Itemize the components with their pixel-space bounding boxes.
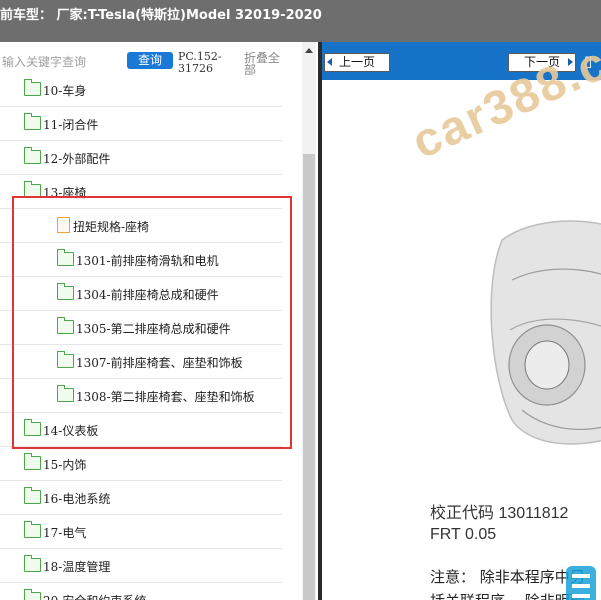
tree-item-15[interactable]: 15-内饰 xyxy=(0,447,282,481)
tree-item-label: 20-安全和约束系统 xyxy=(43,592,146,600)
scroll-thumb[interactable] xyxy=(303,154,315,600)
car-seat-illustration xyxy=(490,220,601,445)
tree-item-16[interactable]: 16-电池系统 xyxy=(0,481,282,515)
tree-item-label: 15-内饰 xyxy=(43,458,87,472)
tree-item-label: 11-闭合件 xyxy=(43,118,99,132)
folder-icon xyxy=(24,147,41,164)
folder-icon xyxy=(24,453,41,470)
category-tree: 10-车身 11-闭合件 12-外部配件 13-座椅 扭矩规格-座椅 1301-… xyxy=(0,73,300,600)
prev-page-label: 上一页 xyxy=(338,55,375,69)
scroll-up-arrow-icon[interactable] xyxy=(305,48,313,53)
tree-item-10[interactable]: 10-车身 xyxy=(0,73,282,107)
tree-item-label: 10-车身 xyxy=(43,84,87,98)
arrow-left-icon xyxy=(327,58,332,66)
frt-value: FRT 0.05 xyxy=(430,526,497,543)
tree-item-label: 18-温度管理 xyxy=(43,560,111,574)
document-page: car388.c 校正代码 13011812 FRT 0.05 注意： 除非本程… xyxy=(322,42,601,600)
tree-item-17[interactable]: 17-电气 xyxy=(0,515,282,549)
tree-item-label: 16-电池系统 xyxy=(43,492,111,506)
tree-item-label: 17-电气 xyxy=(43,526,87,540)
window-title: 前车型： 厂家:T-Tesla(特斯拉)Model 32019-2020 xyxy=(0,8,322,23)
query-button[interactable]: 查询 xyxy=(127,52,173,69)
document-viewer: 上一页 下一页 ▯ car388.c 校正代码 13011812 FRT 0.0… xyxy=(322,42,601,600)
tree-item-11[interactable]: 11-闭合件 xyxy=(0,107,282,141)
folder-icon xyxy=(24,589,41,600)
folder-icon xyxy=(24,521,41,538)
folder-icon xyxy=(24,79,41,96)
highlight-box xyxy=(12,196,292,449)
folder-icon xyxy=(24,487,41,504)
pc-code: PC.152-31726 xyxy=(178,50,222,75)
title-bar: 前车型： 厂家:T-Tesla(特斯拉)Model 32019-2020 xyxy=(0,0,601,42)
tree-item-20[interactable]: 20-安全和约束系统 xyxy=(0,583,282,600)
folder-icon xyxy=(24,555,41,572)
left-panel: 查询 PC.152-31726 折叠全部 10-车身 11-闭合件 12-外部配… xyxy=(0,42,318,600)
tree-item-12[interactable]: 12-外部配件 xyxy=(0,141,282,175)
brand-badge-icon xyxy=(566,566,596,600)
tree-item-label: 12-外部配件 xyxy=(43,152,111,166)
tree-item-18[interactable]: 18-温度管理 xyxy=(0,549,282,583)
folder-icon xyxy=(24,113,41,130)
prev-page-button[interactable]: 上一页 xyxy=(324,53,390,72)
search-input[interactable] xyxy=(2,52,120,72)
tree-scrollbar[interactable] xyxy=(302,42,316,600)
correction-code: 校正代码 13011812 xyxy=(430,505,569,522)
